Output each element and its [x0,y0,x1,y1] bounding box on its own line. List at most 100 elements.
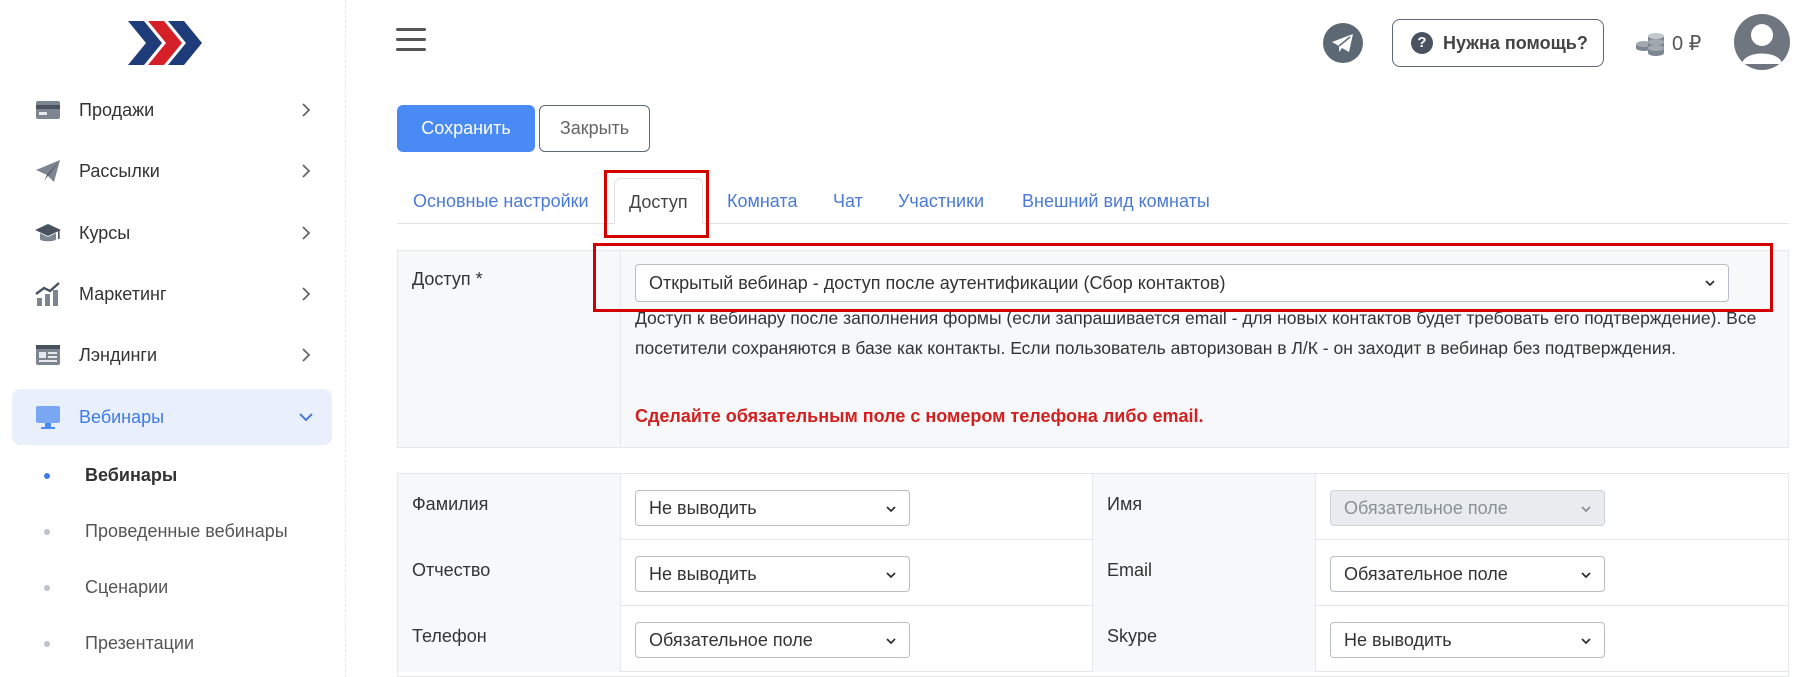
balance[interactable]: 0 ₽ [1634,26,1701,60]
question-icon: ? [1411,32,1433,54]
hamburger-icon [396,28,426,31]
access-select-value: Открытый вебинар - доступ после аутентиф… [649,273,1226,293]
chevron-right-icon [302,287,311,301]
tab-access[interactable]: Доступ [614,178,703,224]
close-button[interactable]: Закрыть [539,105,650,152]
select-value: Обязательное поле [1344,564,1508,584]
paper-plane-icon [36,160,60,182]
sidebar-item-label: Рассылки [79,161,160,181]
sidebar-item-webinars[interactable]: Вебинары [12,389,332,445]
help-button[interactable]: ? Нужна помощь? [1392,19,1604,67]
chevron-right-icon [302,164,311,178]
table-row: Фамилия Не выводить Имя Обязательное пол… [398,474,1788,540]
hamburger-icon [396,38,426,41]
hamburger-icon [396,48,426,51]
sidebar-item-landings[interactable]: Лэндинги [12,327,332,383]
access-label: Доступ * [412,269,483,289]
field-label: Телефон [412,626,487,646]
sidebar-item-mailings[interactable]: Рассылки [12,143,332,199]
logo-icon[interactable] [128,18,206,68]
balance-amount: 0 ₽ [1672,32,1702,55]
tab-participants[interactable]: Участники [898,178,984,224]
select-value: Обязательное поле [649,630,813,650]
tab-main-settings[interactable]: Основные настройки [413,178,589,224]
avatar[interactable] [1734,14,1790,70]
help-button-label: Нужна помощь? [1443,32,1588,53]
divider [620,540,621,606]
sidebar-subitem-past-webinars[interactable]: Проведенные вебинары [0,511,330,551]
chevron-right-icon [302,103,311,117]
chevron-right-icon [302,226,311,240]
chevron-down-icon [299,413,313,422]
sidebar-subitem-label: Презентации [85,633,195,653]
patronymic-select[interactable]: Не выводить [635,556,910,592]
divider [1315,606,1316,672]
fields-table: Фамилия Не выводить Имя Обязательное пол… [397,473,1789,677]
sidebar-subitem-presentations[interactable]: Презентации [0,623,330,663]
tab-room[interactable]: Комната [727,178,797,224]
access-panel: Доступ * Открытый вебинар - доступ после… [397,250,1789,448]
sidebar-subitem-label: Проведенные вебинары [85,521,288,541]
chevron-right-icon [302,348,311,362]
lastname-select[interactable]: Не выводить [635,490,910,526]
access-description: Доступ к вебинару после заполнения формы… [635,308,1757,358]
telegram-icon [1332,34,1353,52]
select-value: Не выводить [649,498,757,518]
bullet-icon [44,529,50,535]
coins-icon [1636,33,1664,56]
select-value: Не выводить [649,564,757,584]
field-label: Email [1107,560,1153,580]
chevron-down-icon [1581,572,1591,579]
user-icon [1742,24,1782,64]
chevron-down-icon [886,638,896,645]
skype-select[interactable]: Не выводить [1330,622,1605,658]
sidebar-item-label: Курсы [79,223,131,243]
menu-toggle-button[interactable] [396,28,426,54]
tab-chat[interactable]: Чат [833,178,863,224]
telegram-button[interactable] [1323,23,1363,63]
graduation-cap-icon [35,224,61,242]
sidebar-item-marketing[interactable]: Маркетинг [12,266,332,322]
select-value: Не выводить [1344,630,1452,650]
save-button[interactable]: Сохранить [397,105,535,152]
phone-select[interactable]: Обязательное поле [635,622,910,658]
access-warning: Сделайте обязательным поле с номером тел… [635,406,1204,426]
bullet-icon [44,641,50,647]
email-select[interactable]: Обязательное поле [1330,556,1605,592]
divider [1315,540,1316,606]
bullet-icon [44,473,50,479]
bullet-icon [44,585,50,591]
divider [620,606,621,672]
field-label: Имя [1107,494,1143,514]
access-select[interactable]: Открытый вебинар - доступ после аутентиф… [635,264,1729,302]
monitor-icon [36,406,60,429]
divider [620,251,621,447]
divider [1315,474,1316,540]
select-value: Обязательное поле [1344,498,1508,518]
card-icon [36,101,60,119]
field-label: Skype [1107,626,1158,646]
chevron-down-icon [886,572,896,579]
sidebar-subitem-label: Вебинары [85,465,178,485]
field-label: Отчество [412,560,491,580]
chevron-down-icon [1705,280,1715,287]
tab-room-appearance[interactable]: Внешний вид комнаты [1022,178,1210,224]
sidebar-item-label: Лэндинги [79,345,158,365]
table-row: Телефон Обязательное поле Skype Не вывод… [398,606,1788,672]
sidebar-item-courses[interactable]: Курсы [12,205,332,261]
sidebar-item-label: Маркетинг [79,284,167,304]
sidebar-item-label: Продажи [79,100,155,120]
chevron-down-icon [1581,638,1591,645]
firstname-select: Обязательное поле [1330,490,1605,526]
landing-page-icon [36,345,60,365]
sidebar-item-label: Вебинары [79,407,165,427]
sidebar-item-sales[interactable]: Продажи [12,82,332,138]
chevron-down-icon [886,506,896,513]
field-label: Фамилия [412,494,489,514]
sidebar-subitem-webinars[interactable]: Вебинары [0,455,330,495]
divider [620,474,621,540]
sidebar-subitem-scenarios[interactable]: Сценарии [0,567,330,607]
sidebar: Продажи Рассылки Курсы Маркетинг Лэндинг… [0,0,346,677]
chart-icon [35,282,60,306]
sidebar-subitem-label: Сценарии [85,577,169,597]
